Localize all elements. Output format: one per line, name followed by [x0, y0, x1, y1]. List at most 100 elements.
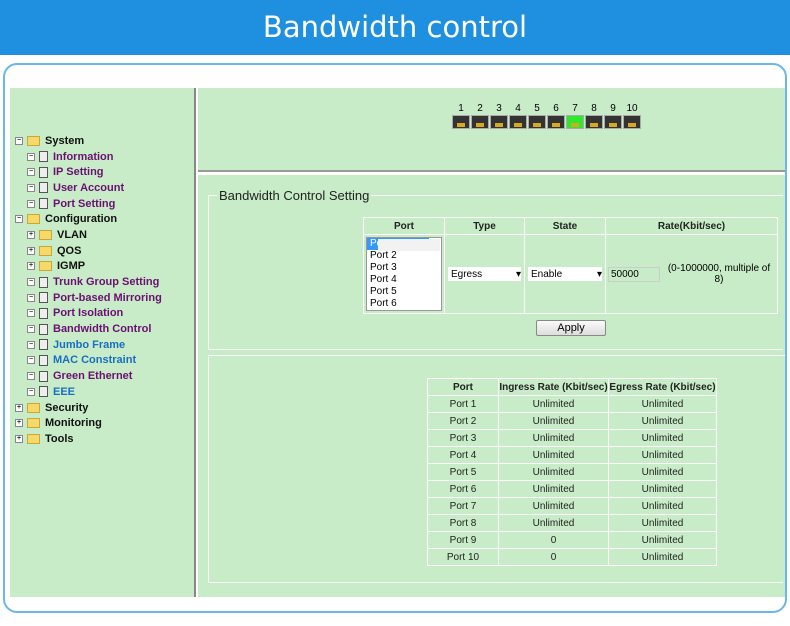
expand-icon[interactable]: + [15, 419, 23, 428]
ethernet-port-icon [604, 115, 622, 129]
port-option[interactable]: Port 2 [367, 250, 429, 262]
sidebar-item-label: EEE [53, 385, 76, 398]
port-option[interactable]: Port 3 [367, 262, 429, 274]
table-row: Port 7 Unlimited Unlimited [427, 497, 717, 515]
sidebar-item-configuration[interactable]: − Configuration [15, 211, 162, 227]
sidebar-item-trunk-group-setting[interactable]: − Trunk Group Setting [15, 274, 162, 290]
port-1[interactable]: 1 [452, 103, 470, 129]
document-icon [39, 151, 48, 163]
expand-icon[interactable]: + [15, 434, 23, 443]
sidebar-item-system[interactable]: − System [15, 133, 162, 149]
sidebar-item-label: VLAN [57, 228, 87, 241]
expand-icon[interactable]: + [15, 403, 23, 412]
table-row: Port 5 Unlimited Unlimited [427, 463, 717, 481]
port-5[interactable]: 5 [528, 103, 546, 129]
collapse-icon[interactable]: − [27, 278, 35, 287]
listbox-scrollbar[interactable] [378, 239, 440, 251]
cell-egress: Unlimited [608, 531, 717, 549]
port-10[interactable]: 10 [623, 103, 641, 129]
cell-ingress: Unlimited [498, 412, 609, 430]
port-option[interactable]: Port 5 [367, 286, 429, 298]
port-number: 2 [477, 103, 483, 114]
port-4[interactable]: 4 [509, 103, 527, 129]
rate-hint: (0-1000000, multiple of 8) [667, 263, 771, 285]
sidebar-item-mac-constraint[interactable]: − MAC Constraint [15, 353, 162, 369]
collapse-icon[interactable]: − [27, 325, 35, 334]
port-listbox[interactable]: Port 1Port 2Port 3Port 4Port 5Port 6 [366, 237, 442, 311]
sidebar-item-monitoring[interactable]: + Monitoring [15, 415, 162, 431]
expand-icon[interactable]: + [27, 246, 35, 255]
port-9[interactable]: 9 [604, 103, 622, 129]
port-number: 7 [572, 103, 578, 114]
folder-icon [27, 418, 40, 429]
cell-ingress: Unlimited [498, 446, 609, 464]
state-select[interactable]: Enable ▾ [528, 267, 602, 281]
type-select[interactable]: Egress ▾ [448, 267, 521, 281]
sidebar-item-label: Configuration [45, 213, 118, 226]
port-8[interactable]: 8 [585, 103, 603, 129]
expand-icon[interactable]: + [27, 230, 35, 239]
expand-icon[interactable]: + [27, 262, 35, 271]
port-7[interactable]: 7 [566, 103, 584, 129]
sidebar-item-port-setting[interactable]: − Port Setting [15, 196, 162, 212]
collapse-icon[interactable]: − [27, 152, 35, 161]
sidebar-item-information[interactable]: − Information [15, 149, 162, 165]
sidebar-item-label: Trunk Group Setting [53, 276, 160, 289]
sidebar-item-vlan[interactable]: + VLAN [15, 227, 162, 243]
sidebar-item-ip-setting[interactable]: − IP Setting [15, 164, 162, 180]
ethernet-port-icon [547, 115, 565, 129]
sidebar-item-green-ethernet[interactable]: − Green Ethernet [15, 368, 162, 384]
sidebar-item-port-based-mirroring[interactable]: − Port-based Mirroring [15, 290, 162, 306]
table-row: Port 10 0 Unlimited [427, 548, 717, 566]
apply-button[interactable]: Apply [536, 320, 606, 336]
port-3[interactable]: 3 [490, 103, 508, 129]
port-number: 8 [591, 103, 597, 114]
port-number: 1 [458, 103, 464, 114]
document-icon [39, 370, 48, 382]
collapse-icon[interactable]: − [27, 387, 35, 396]
sidebar-item-security[interactable]: + Security [15, 400, 162, 416]
table-row: Port 3 Unlimited Unlimited [427, 429, 717, 447]
sidebar-item-user-account[interactable]: − User Account [15, 180, 162, 196]
port-2[interactable]: 2 [471, 103, 489, 129]
port-number: 4 [515, 103, 521, 114]
collapse-icon[interactable]: − [27, 372, 35, 381]
sidebar-item-tools[interactable]: + Tools [15, 431, 162, 447]
sidebar-item-jumbo-frame[interactable]: − Jumbo Frame [15, 337, 162, 353]
collapse-icon[interactable]: − [27, 356, 35, 365]
collapse-icon[interactable]: − [27, 293, 35, 302]
port-number: 3 [496, 103, 502, 114]
ethernet-port-icon [623, 115, 641, 129]
collapse-icon[interactable]: − [27, 309, 35, 318]
header-type: Type [444, 217, 525, 235]
sidebar-item-label: Port-based Mirroring [53, 291, 162, 304]
rate-input[interactable] [608, 266, 660, 282]
sidebar-item-qos[interactable]: + QOS [15, 243, 162, 259]
cell-ingress: Unlimited [498, 514, 609, 532]
collapse-icon[interactable]: − [15, 136, 23, 145]
sidebar-item-bandwidth-control[interactable]: − Bandwidth Control [15, 321, 162, 337]
sidebar-item-port-isolation[interactable]: − Port Isolation [15, 306, 162, 322]
cell-ingress: Unlimited [498, 429, 609, 447]
collapse-icon[interactable]: − [27, 340, 35, 349]
folder-icon [27, 433, 40, 444]
cell-ingress: 0 [498, 531, 609, 549]
cell-port: Port 2 [427, 412, 499, 430]
port-option[interactable]: Port 4 [367, 274, 429, 286]
sidebar-item-label: MAC Constraint [53, 354, 137, 367]
document-icon [39, 198, 48, 210]
sidebar-item-igmp[interactable]: + IGMP [15, 259, 162, 275]
collapse-icon[interactable]: − [15, 215, 23, 224]
sidebar-item-label: Tools [45, 432, 74, 445]
collapse-icon[interactable]: − [27, 199, 35, 208]
bandwidth-status-table: Port Ingress Rate (Kbit/sec) Egress Rate… [427, 378, 717, 566]
port-6[interactable]: 6 [547, 103, 565, 129]
port-option[interactable]: Port 6 [367, 298, 429, 310]
ethernet-port-icon [509, 115, 527, 129]
collapse-icon[interactable]: − [27, 183, 35, 192]
sidebar-item-eee[interactable]: − EEE [15, 384, 162, 400]
table-row: Port 1 Unlimited Unlimited [427, 395, 717, 413]
cell-ingress: Unlimited [498, 497, 609, 515]
cell-egress: Unlimited [608, 480, 717, 498]
collapse-icon[interactable]: − [27, 168, 35, 177]
